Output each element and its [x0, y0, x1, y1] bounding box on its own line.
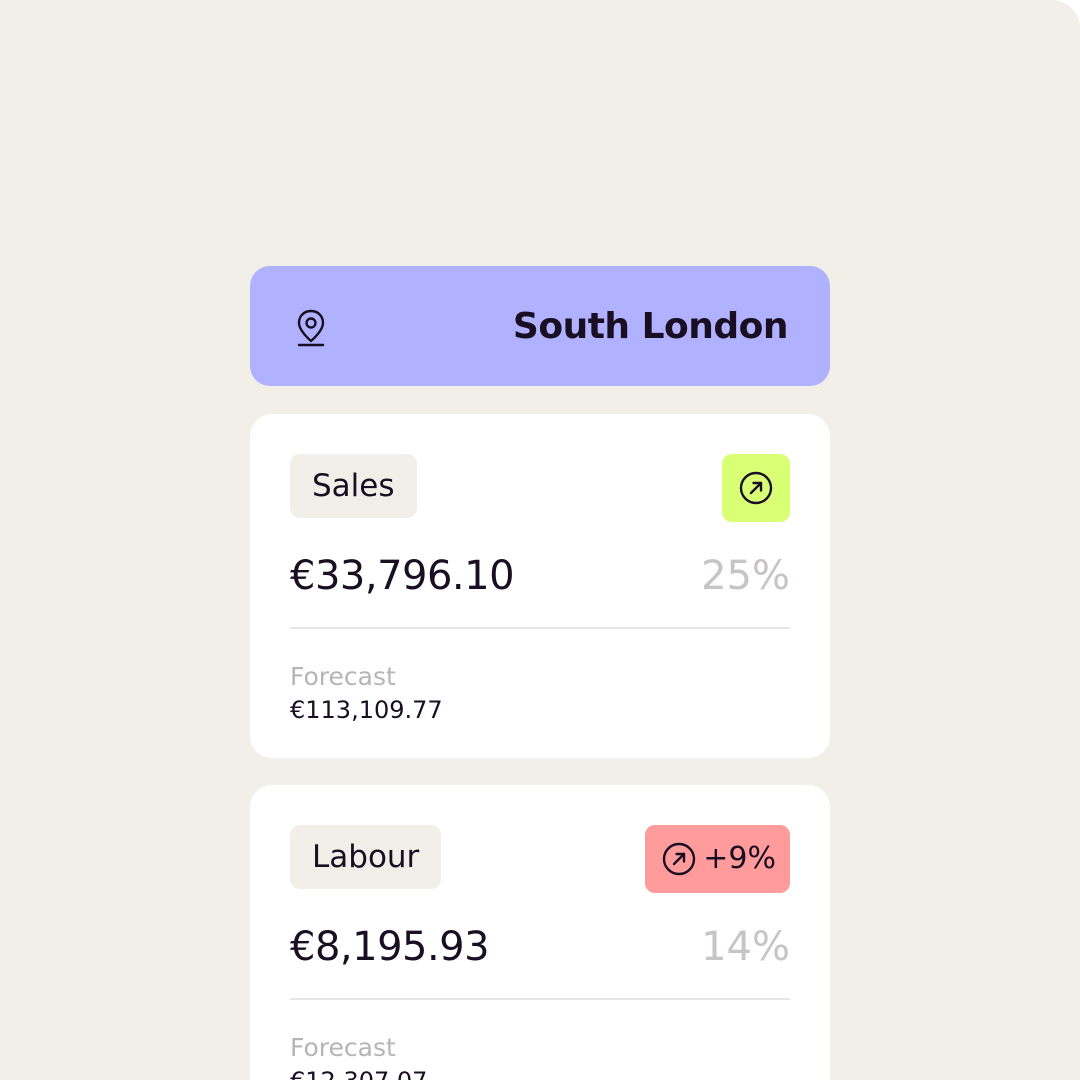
arrow-up-right-circle-icon — [662, 842, 696, 876]
trend-badge[interactable] — [722, 454, 790, 522]
forecast-value: €113,109.77 — [290, 696, 443, 724]
labour-amount: €8,195.93 — [290, 924, 490, 970]
sales-percent: 25% — [701, 553, 790, 599]
forecast-label: Forecast — [290, 662, 396, 691]
labour-card[interactable]: Labour +9% €8,195.93 14% Forecast €12,30… — [250, 785, 830, 1080]
labour-percent: 14% — [701, 924, 790, 970]
forecast-value: €12,307.07 — [290, 1064, 427, 1080]
location-title: South London — [512, 306, 789, 347]
map-pin-icon — [297, 309, 325, 347]
divider — [290, 998, 790, 1000]
trend-badge[interactable]: +9% — [645, 825, 790, 893]
forecast-label: Forecast — [290, 1033, 396, 1062]
trend-text: +9% — [703, 841, 776, 876]
sales-amount: €33,796.10 — [290, 553, 515, 599]
card-label: Labour — [290, 825, 442, 889]
card-label: Sales — [290, 454, 417, 518]
dashboard-canvas: South London Sales €33,796.10 25% Foreca… — [0, 0, 1080, 1080]
arrow-up-right-circle-icon — [739, 471, 773, 505]
sales-card[interactable]: Sales €33,796.10 25% Forecast €113,109.7… — [250, 414, 830, 758]
divider — [290, 627, 790, 629]
